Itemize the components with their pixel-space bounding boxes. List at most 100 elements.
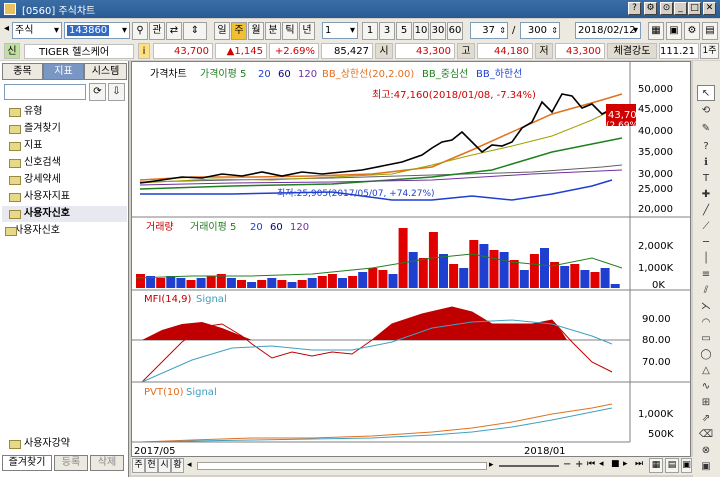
gann-tool-icon[interactable]: ⊞	[697, 395, 715, 411]
step-10[interactable]: 10	[413, 22, 429, 40]
info-icon[interactable]: i	[138, 43, 150, 59]
close-button[interactable]: ✕	[703, 2, 716, 15]
tab-status[interactable]: 황	[171, 458, 184, 473]
spinner-icon[interactable]: ⇕	[499, 23, 506, 38]
download-icon[interactable]: ⇩	[108, 83, 125, 101]
zoom-slider[interactable]	[499, 465, 559, 467]
step-60[interactable]: 60	[447, 22, 463, 40]
step-30[interactable]: 30	[430, 22, 446, 40]
step-5[interactable]: 5	[396, 22, 412, 40]
save-icon[interactable]: ▤	[702, 22, 718, 40]
sidebar-search-input[interactable]	[4, 84, 86, 100]
arrow-tool-icon[interactable]: ⇗	[697, 411, 715, 427]
gwan-button[interactable]: 관	[149, 22, 165, 40]
step-3[interactable]: 3	[379, 22, 395, 40]
link-icon[interactable]: ⇄	[166, 22, 182, 40]
market-select[interactable]: 주식 ▾	[12, 22, 62, 39]
spinner-icon[interactable]: ⇕	[551, 23, 558, 38]
scroll-left-icon[interactable]: ◂	[187, 460, 192, 470]
unit-button[interactable]: 1주	[700, 43, 719, 59]
channel-tool-icon[interactable]: ⫽	[697, 283, 715, 299]
folder-user-indicators[interactable]: 사용자지표	[2, 189, 127, 205]
arc-tool-icon[interactable]: ◠	[697, 315, 715, 331]
magnet-icon[interactable]: ⊗	[697, 443, 715, 459]
code-input[interactable]: 143860 ▾	[64, 22, 130, 39]
zoom-in-icon[interactable]: +	[575, 459, 583, 470]
folder-strength[interactable]: 강세약세	[2, 172, 127, 188]
ellipse-tool-icon[interactable]: ◯	[697, 347, 715, 363]
tab-main[interactable]: 주	[132, 458, 145, 473]
search-button[interactable]: ⚲	[132, 22, 148, 40]
grid-icon[interactable]: ▦	[648, 22, 664, 40]
folder-signal-search[interactable]: 신호검색	[2, 155, 127, 171]
next-icon[interactable]: ▸	[623, 459, 628, 469]
step-1[interactable]: 1	[362, 22, 378, 40]
zoom-out-icon[interactable]: −	[563, 459, 571, 470]
folder-indicators[interactable]: 지표	[2, 138, 127, 154]
text-tool-icon[interactable]: T	[697, 171, 715, 187]
scroll-right-icon[interactable]: ▸	[489, 460, 494, 470]
tab-indicators[interactable]: 지표	[43, 63, 84, 80]
layout-icon[interactable]: ▤	[665, 458, 679, 473]
favorites-button[interactable]: 즐겨찾기	[2, 455, 52, 471]
refresh-icon[interactable]: ⟲	[697, 103, 715, 119]
minimize-button[interactable]: _	[674, 2, 687, 15]
cursor-icon[interactable]: ↖	[697, 85, 715, 101]
window-icon[interactable]: ▣	[681, 458, 692, 473]
chart-area[interactable]: 가격차트 가격이평 5 20 60 120 BB_상한선(20,2.00) BB…	[131, 61, 691, 457]
gear-icon[interactable]: ⚙	[644, 2, 657, 15]
vline-tool-icon[interactable]: │	[697, 251, 715, 267]
register-button[interactable]: 등록	[54, 455, 88, 471]
folder-type[interactable]: 유형	[2, 104, 127, 120]
tab-stocks[interactable]: 종목	[2, 63, 43, 80]
tab-current[interactable]: 현	[145, 458, 158, 473]
spinner-button[interactable]: ⇕	[183, 22, 207, 40]
folder-user-strength[interactable]: 사용자강약	[2, 436, 127, 452]
line-tool-icon[interactable]: ╱	[697, 203, 715, 219]
last-icon[interactable]: ⏭	[635, 459, 643, 469]
help-icon[interactable]: ?	[628, 2, 641, 15]
volume-bar	[156, 278, 166, 288]
arrow-left-icon[interactable]: ◂	[4, 23, 9, 34]
stop-icon[interactable]: ■	[611, 459, 620, 469]
info-icon[interactable]: ℹ	[697, 155, 715, 171]
maximize-button[interactable]: □	[688, 2, 701, 15]
tab-market[interactable]: 시	[158, 458, 171, 473]
eraser-icon[interactable]: ⌫	[697, 427, 715, 443]
grid-icon[interactable]: ▦	[649, 458, 663, 473]
triangle-tool-icon[interactable]: △	[697, 363, 715, 379]
window-icon[interactable]: ▣	[697, 459, 715, 475]
mfi-tick: 80.00	[642, 335, 671, 346]
folder-user-signals[interactable]: 사용자신호	[2, 206, 127, 222]
prev-icon[interactable]: ◂	[599, 459, 604, 469]
cycle-tool-icon[interactable]: ∿	[697, 379, 715, 395]
interval-select[interactable]: 1 ▾	[322, 22, 358, 39]
pen-icon[interactable]: ✎	[697, 121, 715, 137]
period-year[interactable]: 년	[299, 22, 315, 40]
folder-favorites[interactable]: 즐겨찾기	[2, 121, 127, 137]
total-input[interactable]: 300 ⇕	[520, 22, 560, 39]
fan-tool-icon[interactable]: ⋋	[697, 299, 715, 315]
first-icon[interactable]: ⏮	[587, 459, 595, 469]
window-icon[interactable]: ▣	[666, 22, 682, 40]
subitem-user-signal[interactable]: 사용자신호	[2, 223, 127, 239]
refresh-icon[interactable]: ⟳	[89, 83, 106, 101]
help-icon[interactable]: ?	[697, 139, 715, 155]
hline-tool-icon[interactable]: ─	[697, 235, 715, 251]
rect-tool-icon[interactable]: ▭	[697, 331, 715, 347]
period-minute[interactable]: 분	[265, 22, 281, 40]
period-week[interactable]: 주	[231, 22, 247, 40]
settings-icon[interactable]: ⚙	[684, 22, 700, 40]
fibo-tool-icon[interactable]: ≡	[697, 267, 715, 283]
count-input[interactable]: 37 ⇕	[470, 22, 508, 39]
date-input[interactable]: 2018/02/12 ▾	[575, 22, 641, 39]
delete-button[interactable]: 삭제	[90, 455, 124, 471]
cross-icon[interactable]: ✚	[697, 187, 715, 203]
period-month[interactable]: 월	[248, 22, 264, 40]
period-tick[interactable]: 틱	[282, 22, 298, 40]
period-day[interactable]: 일	[214, 22, 230, 40]
tab-system[interactable]: 시스템	[84, 63, 127, 80]
trend-tool-icon[interactable]: ⟋	[697, 219, 715, 235]
pin-icon[interactable]: ⊙	[660, 2, 673, 15]
scroll-track[interactable]	[197, 462, 487, 470]
